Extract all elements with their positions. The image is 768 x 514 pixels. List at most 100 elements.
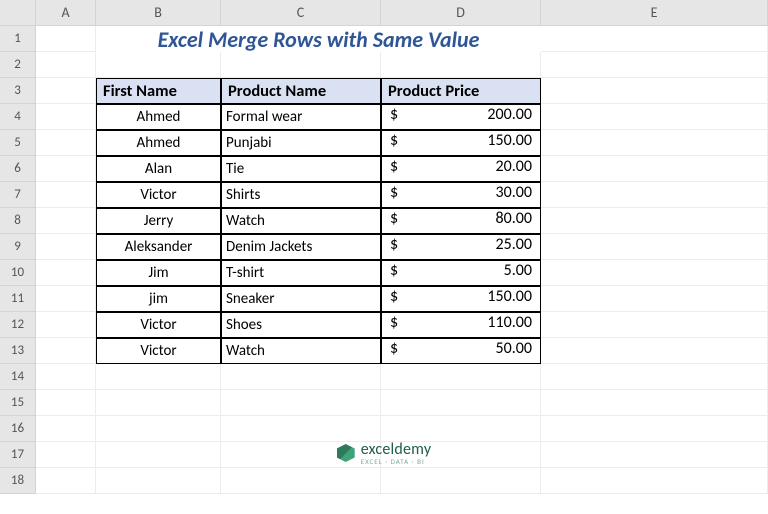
cell-product-name[interactable]: Sneaker <box>221 286 381 312</box>
cell-product-name[interactable]: Watch <box>221 338 381 364</box>
row-header[interactable]: 3 <box>0 78 36 104</box>
cell-first-name[interactable]: Jerry <box>96 208 221 234</box>
cell[interactable] <box>221 364 381 390</box>
cell[interactable] <box>96 364 221 390</box>
row-header[interactable]: 10 <box>0 260 36 286</box>
cell-product-price[interactable]: $20.00 <box>381 156 541 182</box>
cell[interactable] <box>381 416 541 442</box>
cell-first-name[interactable]: Victor <box>96 182 221 208</box>
col-header-e[interactable]: E <box>541 0 768 26</box>
cell[interactable] <box>36 234 96 260</box>
cell[interactable] <box>36 286 96 312</box>
col-header-d[interactable]: D <box>381 0 541 26</box>
cell-first-name[interactable]: Jim <box>96 260 221 286</box>
cell[interactable] <box>96 390 221 416</box>
cell-product-price[interactable]: $80.00 <box>381 208 541 234</box>
cell[interactable] <box>36 208 96 234</box>
table-header[interactable]: Product Name <box>221 78 381 104</box>
cell-product-name[interactable]: Shirts <box>221 182 381 208</box>
cell[interactable] <box>36 182 96 208</box>
row-header[interactable]: 7 <box>0 182 36 208</box>
cell[interactable] <box>36 52 96 78</box>
cell[interactable] <box>96 52 221 78</box>
col-header-c[interactable]: C <box>221 0 381 26</box>
cell-first-name[interactable]: Victor <box>96 338 221 364</box>
row-header[interactable]: 2 <box>0 52 36 78</box>
cell[interactable] <box>221 468 381 494</box>
cell-product-name[interactable]: Denim Jackets <box>221 234 381 260</box>
row-header[interactable]: 11 <box>0 286 36 312</box>
row-header[interactable]: 6 <box>0 156 36 182</box>
cell[interactable] <box>541 182 768 208</box>
cell[interactable] <box>36 130 96 156</box>
cell[interactable] <box>541 104 768 130</box>
row-header[interactable]: 13 <box>0 338 36 364</box>
cell[interactable] <box>36 104 96 130</box>
cell-first-name[interactable]: Ahmed <box>96 130 221 156</box>
cell-first-name[interactable]: jim <box>96 286 221 312</box>
row-header[interactable]: 12 <box>0 312 36 338</box>
table-header[interactable]: Product Price <box>381 78 541 104</box>
cell[interactable] <box>381 390 541 416</box>
cell-product-name[interactable]: Formal wear <box>221 104 381 130</box>
cell[interactable] <box>381 364 541 390</box>
row-header[interactable]: 4 <box>0 104 36 130</box>
cell[interactable] <box>541 364 768 390</box>
cell[interactable] <box>541 468 768 494</box>
cell-product-price[interactable]: $150.00 <box>381 286 541 312</box>
cell[interactable] <box>541 52 768 78</box>
cell[interactable] <box>36 364 96 390</box>
row-header[interactable]: 1 <box>0 26 36 52</box>
cell-product-name[interactable]: Punjabi <box>221 130 381 156</box>
cell[interactable] <box>541 416 768 442</box>
cell-first-name[interactable]: Alan <box>96 156 221 182</box>
cell[interactable] <box>541 390 768 416</box>
cell[interactable] <box>541 312 768 338</box>
cell-product-name[interactable]: Tie <box>221 156 381 182</box>
cell-product-name[interactable]: T-shirt <box>221 260 381 286</box>
cell-first-name[interactable]: Victor <box>96 312 221 338</box>
cell[interactable] <box>221 52 381 78</box>
cell-product-price[interactable]: $200.00 <box>381 104 541 130</box>
cell-product-price[interactable]: $30.00 <box>381 182 541 208</box>
cell-product-price[interactable]: $110.00 <box>381 312 541 338</box>
cell[interactable] <box>36 26 96 52</box>
row-header[interactable]: 8 <box>0 208 36 234</box>
cell-product-name[interactable]: Shoes <box>221 312 381 338</box>
cell-product-price[interactable]: $25.00 <box>381 234 541 260</box>
cell[interactable] <box>36 78 96 104</box>
cell-product-price[interactable]: $150.00 <box>381 130 541 156</box>
cell[interactable] <box>381 52 541 78</box>
cell[interactable] <box>221 416 381 442</box>
cell[interactable] <box>541 208 768 234</box>
cell[interactable] <box>541 286 768 312</box>
row-header[interactable]: 18 <box>0 468 36 494</box>
cell[interactable] <box>36 338 96 364</box>
cell[interactable] <box>541 338 768 364</box>
cell-product-price[interactable]: $5.00 <box>381 260 541 286</box>
cell-first-name[interactable]: Ahmed <box>96 104 221 130</box>
cell[interactable] <box>381 468 541 494</box>
row-header[interactable]: 5 <box>0 130 36 156</box>
cell-product-name[interactable]: Watch <box>221 208 381 234</box>
col-header-a[interactable]: A <box>36 0 96 26</box>
col-header-b[interactable]: B <box>96 0 221 26</box>
cell[interactable] <box>541 78 768 104</box>
cell-first-name[interactable]: Aleksander <box>96 234 221 260</box>
cell[interactable] <box>541 156 768 182</box>
cell[interactable] <box>96 416 221 442</box>
cell[interactable] <box>36 312 96 338</box>
row-header[interactable]: 14 <box>0 364 36 390</box>
cell[interactable] <box>541 130 768 156</box>
cell[interactable] <box>36 390 96 416</box>
cell[interactable] <box>541 26 768 52</box>
row-header[interactable]: 16 <box>0 416 36 442</box>
cell[interactable] <box>36 416 96 442</box>
row-header[interactable]: 15 <box>0 390 36 416</box>
table-header[interactable]: First Name <box>96 78 221 104</box>
cell[interactable] <box>96 468 221 494</box>
row-header[interactable]: 9 <box>0 234 36 260</box>
select-all-corner[interactable] <box>0 0 36 26</box>
cell[interactable] <box>36 260 96 286</box>
cell[interactable] <box>36 468 96 494</box>
